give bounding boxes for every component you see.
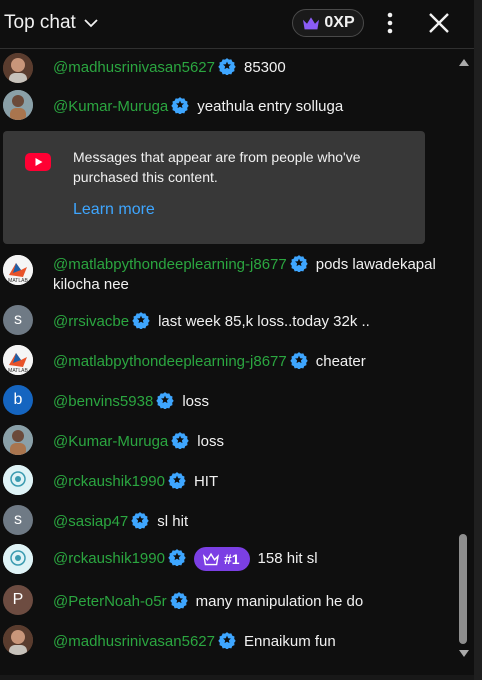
crown-icon [303,17,320,30]
message-author[interactable]: @benvins5938 [53,393,153,410]
avatar[interactable] [3,465,33,495]
message-author[interactable]: @Kumar-Muruga [53,433,168,450]
xp-button[interactable]: 0XP [292,9,364,37]
message-author[interactable]: @madhusrinivasan5627 [53,633,215,650]
avatar[interactable]: s [3,305,33,335]
verified-icon [290,351,308,369]
badge-rank: #1 [223,551,240,567]
message-author[interactable]: @sasiap47 [53,513,128,530]
message-text: 158 hit sl [257,549,318,567]
chat-message: b @benvins5938 loss [0,385,454,415]
verified-icon [171,96,189,114]
chat-message: @rckaushik1990 HIT [0,465,454,495]
members-notice-card: Messages that appear are from people who… [3,131,425,244]
message-text: many manipulation he do [195,593,364,610]
avatar[interactable] [3,425,33,455]
avatar[interactable]: s [3,505,33,535]
chat-message: @madhusrinivasan5627 Ennaikum fun [0,625,454,655]
message-text: sl hit [157,513,189,530]
chat-mode-label: Top chat [4,12,76,33]
message-author[interactable]: @matlabpythondeeplearning-j8677 [53,256,287,273]
top-fan-badge[interactable]: #1 [193,547,250,571]
svg-text:MATLAB: MATLAB [8,368,28,374]
verified-icon [170,591,188,609]
message-text: yeathula entry solluga [197,98,344,115]
scroll-down-arrow-icon[interactable] [458,649,470,659]
input-area-edge [0,675,474,680]
xp-label: 0XP [324,14,355,31]
verified-icon [132,311,150,329]
scroll-up-arrow-icon[interactable] [458,57,470,67]
youtube-icon [25,153,51,171]
avatar[interactable]: MATLAB [3,255,33,285]
avatar[interactable]: MATLAB [3,345,33,375]
verified-icon [218,631,236,649]
message-text: last week 85,k loss..today 32k .. [158,313,370,330]
verified-icon [218,57,236,75]
chat-message: s @sasiap47 sl hit [0,505,454,535]
chat-message: s @rrsivacbe last week 85,k loss..today 3… [0,305,454,335]
learn-more-link[interactable]: Learn more [73,201,155,219]
chat-mode-selector[interactable]: Top chat [4,10,100,36]
avatar[interactable] [3,90,33,120]
chat-header: Top chat 0XP [0,0,474,49]
close-icon[interactable] [427,11,451,35]
message-author[interactable]: @rckaushik1990 [53,473,165,490]
chat-message: @madhusrinivasan5627 85300 [0,53,454,83]
chat-message-list[interactable]: @madhusrinivasan5627 85300 @Kumar-Muruga y… [0,49,474,680]
panel-edge [474,0,482,680]
message-author[interactable]: @matlabpythondeeplearning-j8677 [53,353,287,370]
verified-icon [156,391,174,409]
chat-message: MATLAB @matlabpythondeeplearning-j8677 po… [0,254,454,298]
crown-icon [202,552,220,566]
avatar[interactable] [3,544,33,574]
message-author[interactable]: @Kumar-Muruga [53,98,168,115]
chat-message: P @PeterNoah-o5r many manipulation he do [0,585,454,615]
avatar[interactable] [3,53,33,83]
chevron-down-icon [84,19,98,28]
notice-text: Messages that appear are from people who… [73,149,361,185]
scrollbar-thumb[interactable] [459,534,467,644]
chat-message: @rckaushik1990 #1 158 hit sl [0,543,454,575]
chat-scrollbar[interactable] [456,49,472,663]
message-author[interactable]: @madhusrinivasan5627 [53,59,215,76]
message-text: 85300 [244,59,286,76]
message-text: cheater [315,353,366,370]
avatar[interactable] [3,625,33,655]
more-options-icon[interactable] [378,11,402,35]
verified-icon [131,511,149,529]
message-author[interactable]: @rrsivacbe [53,313,129,330]
verified-icon [168,471,186,489]
message-text: Ennaikum fun [244,633,336,650]
message-text: loss [197,433,224,450]
verified-icon [171,431,189,449]
verified-icon [290,254,308,272]
avatar[interactable]: b [3,385,33,415]
verified-icon [168,548,186,566]
message-text: loss [182,393,209,410]
chat-message: @Kumar-Muruga yeathula entry solluga [0,90,454,120]
svg-text:MATLAB: MATLAB [8,278,28,284]
message-text: HIT [193,473,219,490]
chat-message: @Kumar-Muruga loss [0,425,454,455]
avatar[interactable]: P [3,585,33,615]
chat-message: MATLAB @matlabpythondeeplearning-j8677 ch… [0,345,454,375]
message-author[interactable]: @rckaushik1990 [53,550,165,567]
message-author[interactable]: @PeterNoah-o5r [53,593,167,610]
